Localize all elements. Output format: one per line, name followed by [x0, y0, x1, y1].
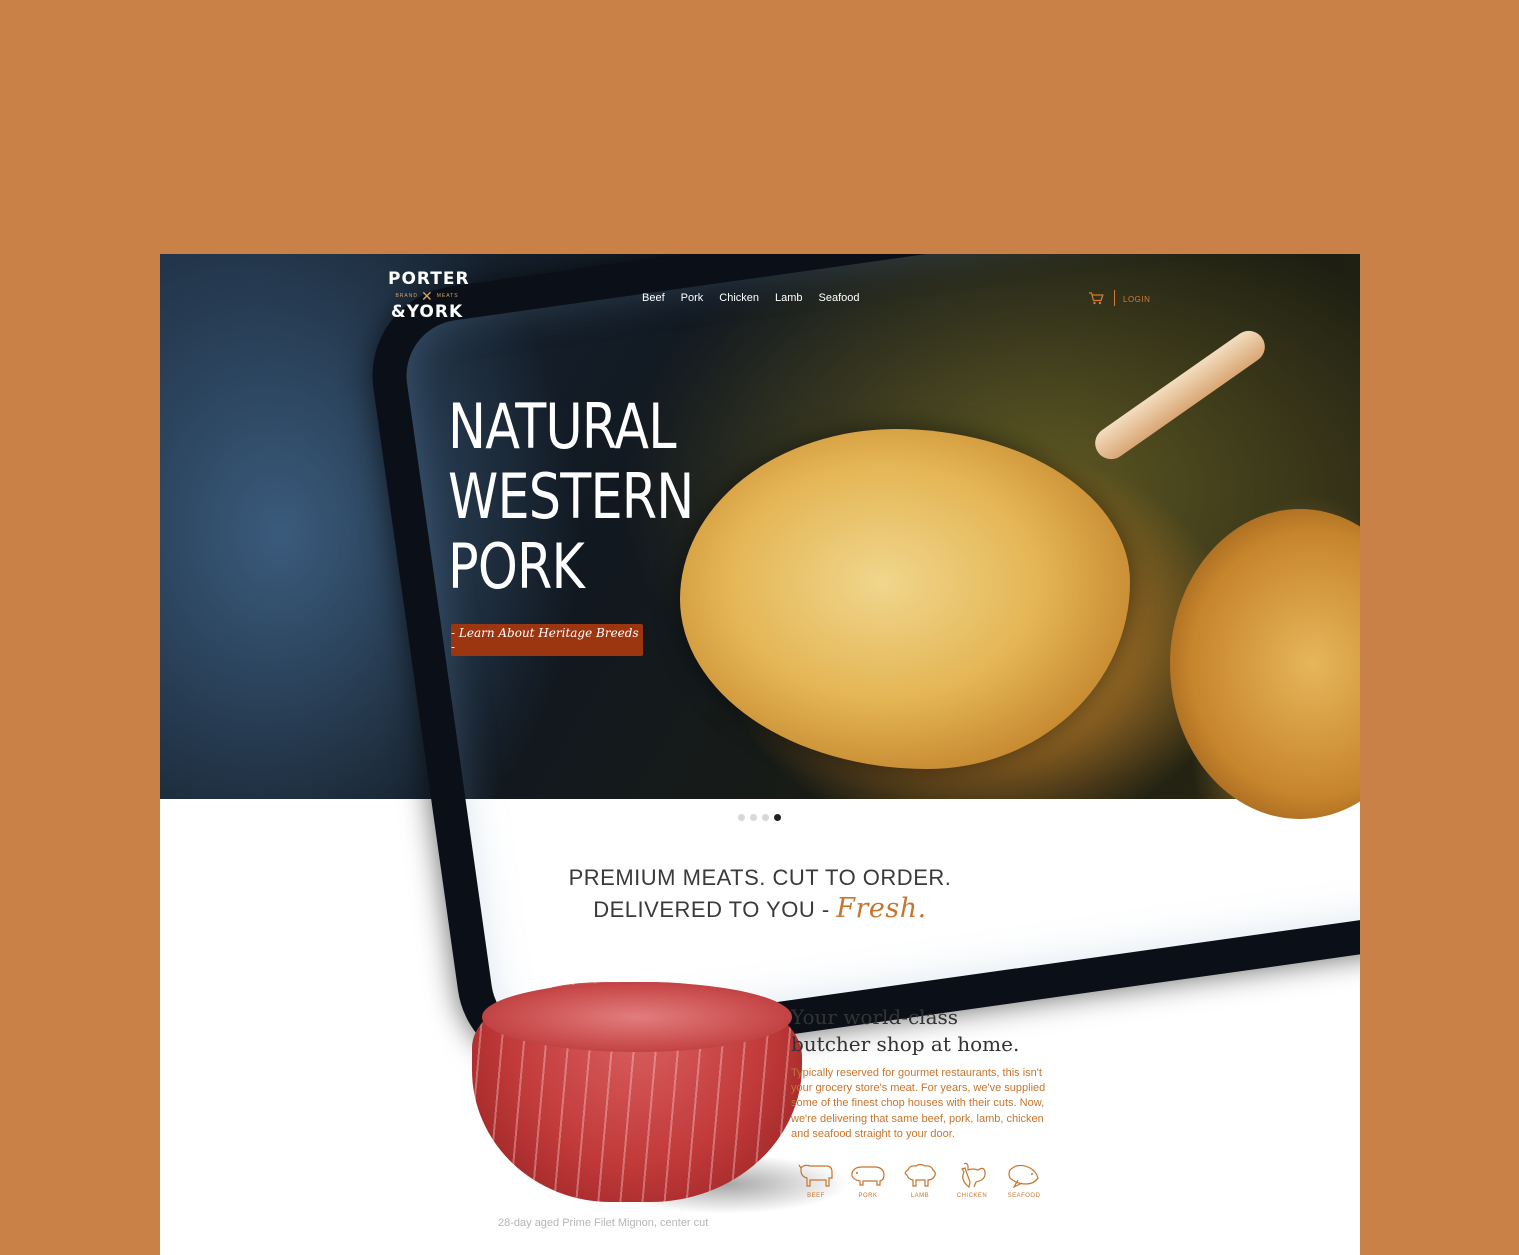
category-label-beef: BEEF [807, 1193, 825, 1199]
nav-item-chicken[interactable]: Chicken [719, 292, 759, 304]
tagline-fresh: Fresh. [836, 893, 927, 924]
header-divider [1114, 290, 1115, 306]
category-pork[interactable]: PORK [842, 1160, 894, 1199]
filet-mignon-top-surface [482, 982, 792, 1052]
logo-line-york: &YORK [390, 302, 464, 322]
category-icons: BEEF PORK LAMB CHICKEN SEAFOOD [790, 1160, 1050, 1199]
category-label-chicken: CHICKEN [956, 1193, 988, 1199]
category-label-seafood: SEAFOOD [1007, 1193, 1041, 1199]
tagline: PREMIUM MEATS. CUT TO ORDER. DELIVERED T… [160, 862, 1360, 925]
carousel-dot-1[interactable] [738, 814, 745, 821]
fish-icon [1008, 1164, 1039, 1189]
carousel-dot-3[interactable] [762, 814, 769, 821]
tagline-line-1: PREMIUM MEATS. CUT TO ORDER. [568, 865, 952, 890]
logo-line-brand-meats: BRAND ✕ MEATS [388, 289, 466, 303]
carousel-dot-2[interactable] [750, 814, 757, 821]
website-frame: PORTER BRAND ✕ MEATS &YORK Beef Pork Chi… [160, 254, 1360, 1255]
login-link[interactable]: LOGIN [1123, 295, 1150, 304]
category-seafood[interactable]: SEAFOOD [998, 1160, 1050, 1199]
hero-headline-line-1: NATURAL [448, 390, 677, 463]
main-nav: Beef Pork Chicken Lamb Seafood [642, 292, 876, 304]
hero-headline-line-2: WESTERN [448, 460, 694, 533]
image-caption: 28-day aged Prime Filet Mignon, center c… [498, 1217, 709, 1229]
category-beef[interactable]: BEEF [790, 1160, 842, 1199]
feature-body: Typically reserved for gourmet restauran… [791, 1067, 1046, 1140]
feature-title-line-2: butcher shop at home. [791, 1032, 1020, 1056]
carousel-dots [738, 814, 781, 821]
feature-title: Your world-class butcher shop at home. [791, 1004, 1061, 1058]
hero-headline-line-3: PORK [448, 530, 585, 603]
brand-logo[interactable]: PORTER BRAND ✕ MEATS &YORK [388, 269, 470, 340]
logo-line-porter: PORTER [388, 269, 470, 289]
hero-headline: NATURAL WESTERN PORK [448, 390, 694, 603]
tagline-line-2: DELIVERED TO YOU - Fresh. [160, 893, 1360, 925]
nav-item-seafood[interactable]: Seafood [819, 292, 860, 304]
logo-word-meats: MEATS [436, 293, 459, 299]
learn-heritage-breeds-button[interactable]: - Learn About Heritage Breeds - [451, 624, 643, 656]
nav-item-pork[interactable]: Pork [681, 292, 704, 304]
tagline-line-2-text: DELIVERED TO YOU - [593, 897, 830, 922]
chicken-icon [961, 1162, 986, 1189]
hero-banner: PORTER BRAND ✕ MEATS &YORK Beef Pork Chi… [160, 254, 1360, 1080]
category-chicken[interactable]: CHICKEN [946, 1160, 998, 1199]
category-lamb[interactable]: LAMB [894, 1160, 946, 1199]
cart-icon[interactable] [1088, 292, 1104, 308]
crossed-fork-knife-icon: ✕ [420, 288, 434, 304]
category-label-pork: PORK [858, 1193, 878, 1199]
logo-word-brand: BRAND [395, 293, 418, 299]
nav-item-beef[interactable]: Beef [642, 292, 665, 304]
pig-icon [851, 1166, 885, 1186]
carousel-dot-4[interactable] [774, 814, 781, 821]
sheep-icon [904, 1163, 936, 1187]
cow-icon [798, 1164, 833, 1187]
nav-item-lamb[interactable]: Lamb [775, 292, 803, 304]
feature-title-line-1: Your world-class [791, 1005, 959, 1029]
category-label-lamb: LAMB [910, 1193, 930, 1199]
